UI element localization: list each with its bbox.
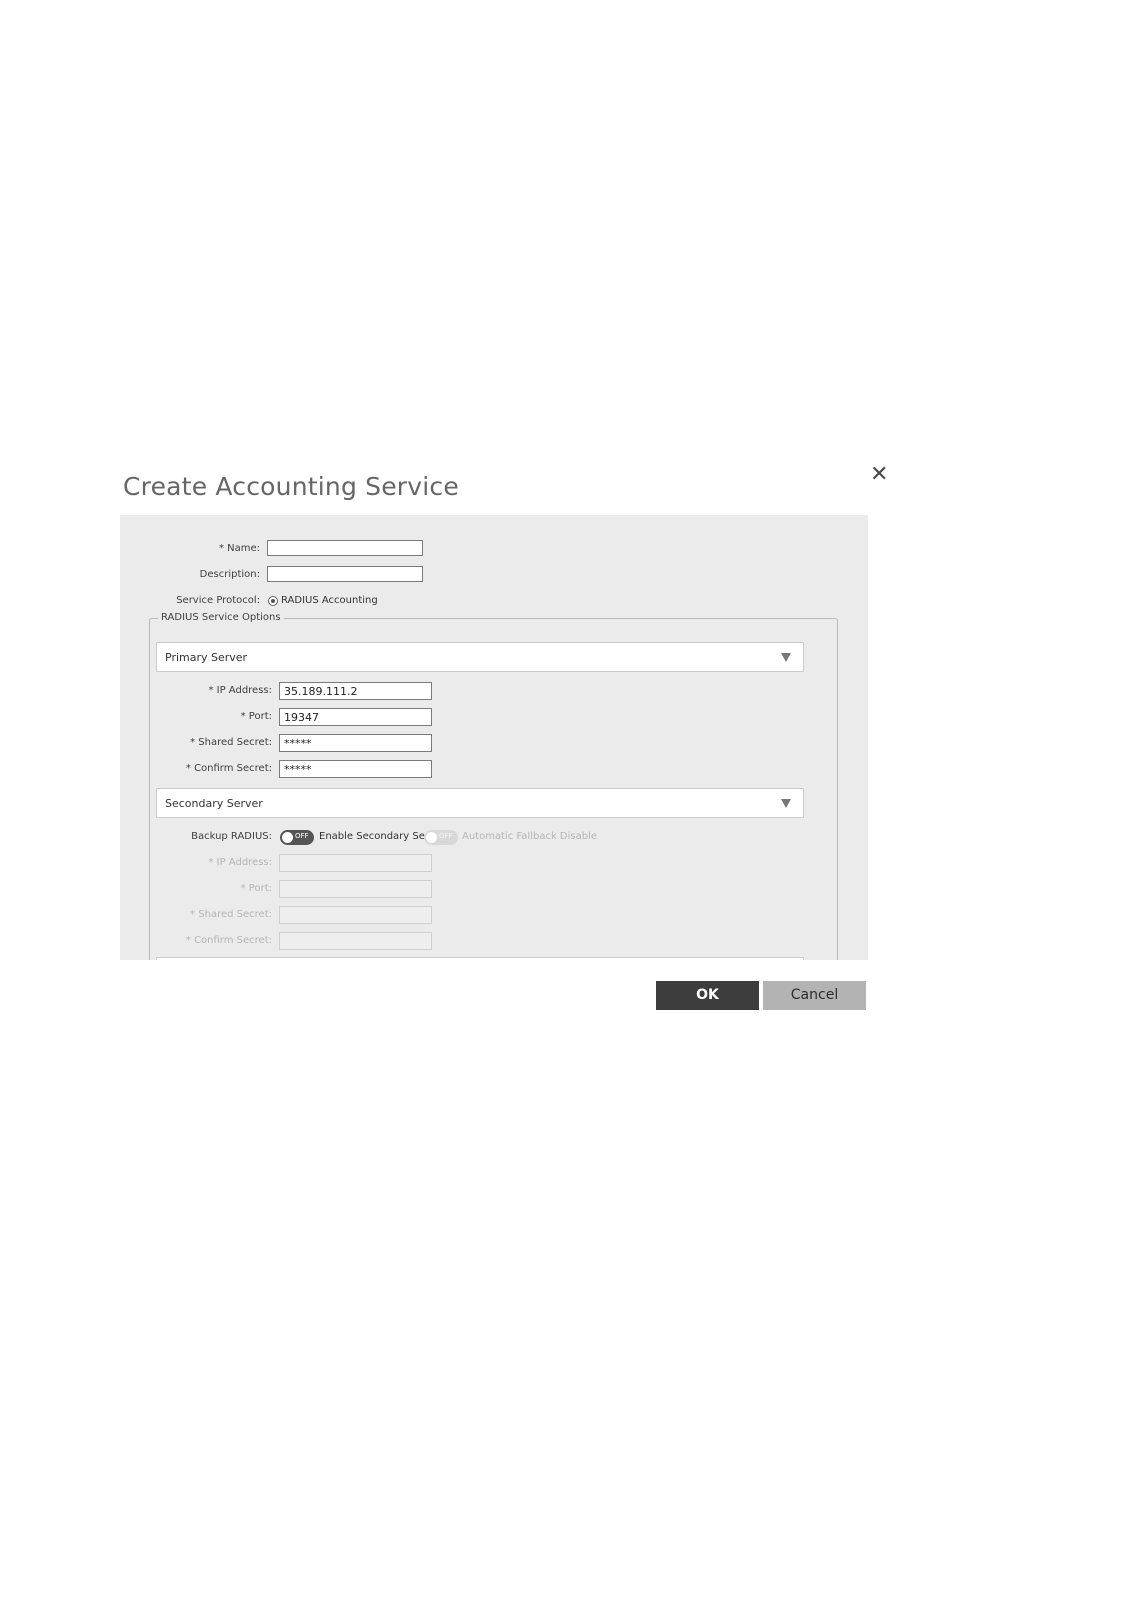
dialog-title: Create Accounting Service (123, 472, 459, 501)
toggle-knob (282, 832, 293, 843)
name-label: * Name: (218, 543, 260, 554)
primary-confirm-secret-field[interactable] (279, 760, 432, 778)
primary-ip-label: * IP Address: (208, 685, 272, 696)
secondary-port-label: * Port: (240, 883, 272, 894)
backup-radius-label: Backup RADIUS: (191, 831, 272, 842)
secondary-shared-secret-label: * Shared Secret: (190, 909, 272, 920)
primary-port-label: * Port: (240, 711, 272, 722)
secondary-confirm-secret-field (279, 932, 432, 950)
primary-shared-secret-field[interactable] (279, 734, 432, 752)
name-field[interactable] (267, 540, 423, 556)
toggle-state: OFF (295, 832, 309, 840)
toggle-state: OFF (439, 832, 453, 840)
secondary-ip-label: * IP Address: (208, 857, 272, 868)
cancel-button[interactable]: Cancel (763, 981, 866, 1010)
secondary-server-header[interactable]: Secondary Server (156, 788, 804, 818)
primary-ip-field[interactable] (279, 682, 432, 700)
automatic-fallback-toggle: OFF (424, 830, 458, 845)
next-section-header[interactable] (156, 957, 804, 960)
secondary-confirm-secret-label: * Confirm Secret: (185, 935, 272, 946)
description-label: Description: (199, 569, 260, 580)
primary-server-title: Primary Server (165, 651, 248, 664)
description-field[interactable] (267, 566, 423, 582)
primary-server-header[interactable]: Primary Server (156, 642, 804, 672)
secondary-shared-secret-field (279, 906, 432, 924)
primary-shared-secret-label: * Shared Secret: (190, 737, 272, 748)
create-accounting-service-dialog: Create Accounting Service ✕ * Name: Desc… (0, 0, 1131, 1600)
secondary-port-field (279, 880, 432, 898)
close-icon[interactable]: ✕ (870, 464, 888, 486)
form-panel: * Name: Description: Service Protocol: R… (120, 515, 868, 960)
radius-accounting-label: RADIUS Accounting (281, 595, 378, 606)
chevron-down-icon (781, 653, 791, 662)
ok-button[interactable]: OK (656, 981, 759, 1010)
toggle-knob (426, 832, 437, 843)
service-protocol-label: Service Protocol: (176, 595, 260, 606)
primary-confirm-secret-label: * Confirm Secret: (185, 763, 272, 774)
primary-port-field[interactable] (279, 708, 432, 726)
radius-service-options-legend: RADIUS Service Options (158, 612, 284, 623)
radius-accounting-radio[interactable] (268, 596, 278, 606)
secondary-ip-field (279, 854, 432, 872)
backup-radius-toggle[interactable]: OFF (280, 830, 314, 845)
automatic-fallback-text: Automatic Fallback Disable (462, 831, 598, 842)
chevron-down-icon (781, 799, 791, 808)
secondary-server-title: Secondary Server (165, 797, 263, 810)
